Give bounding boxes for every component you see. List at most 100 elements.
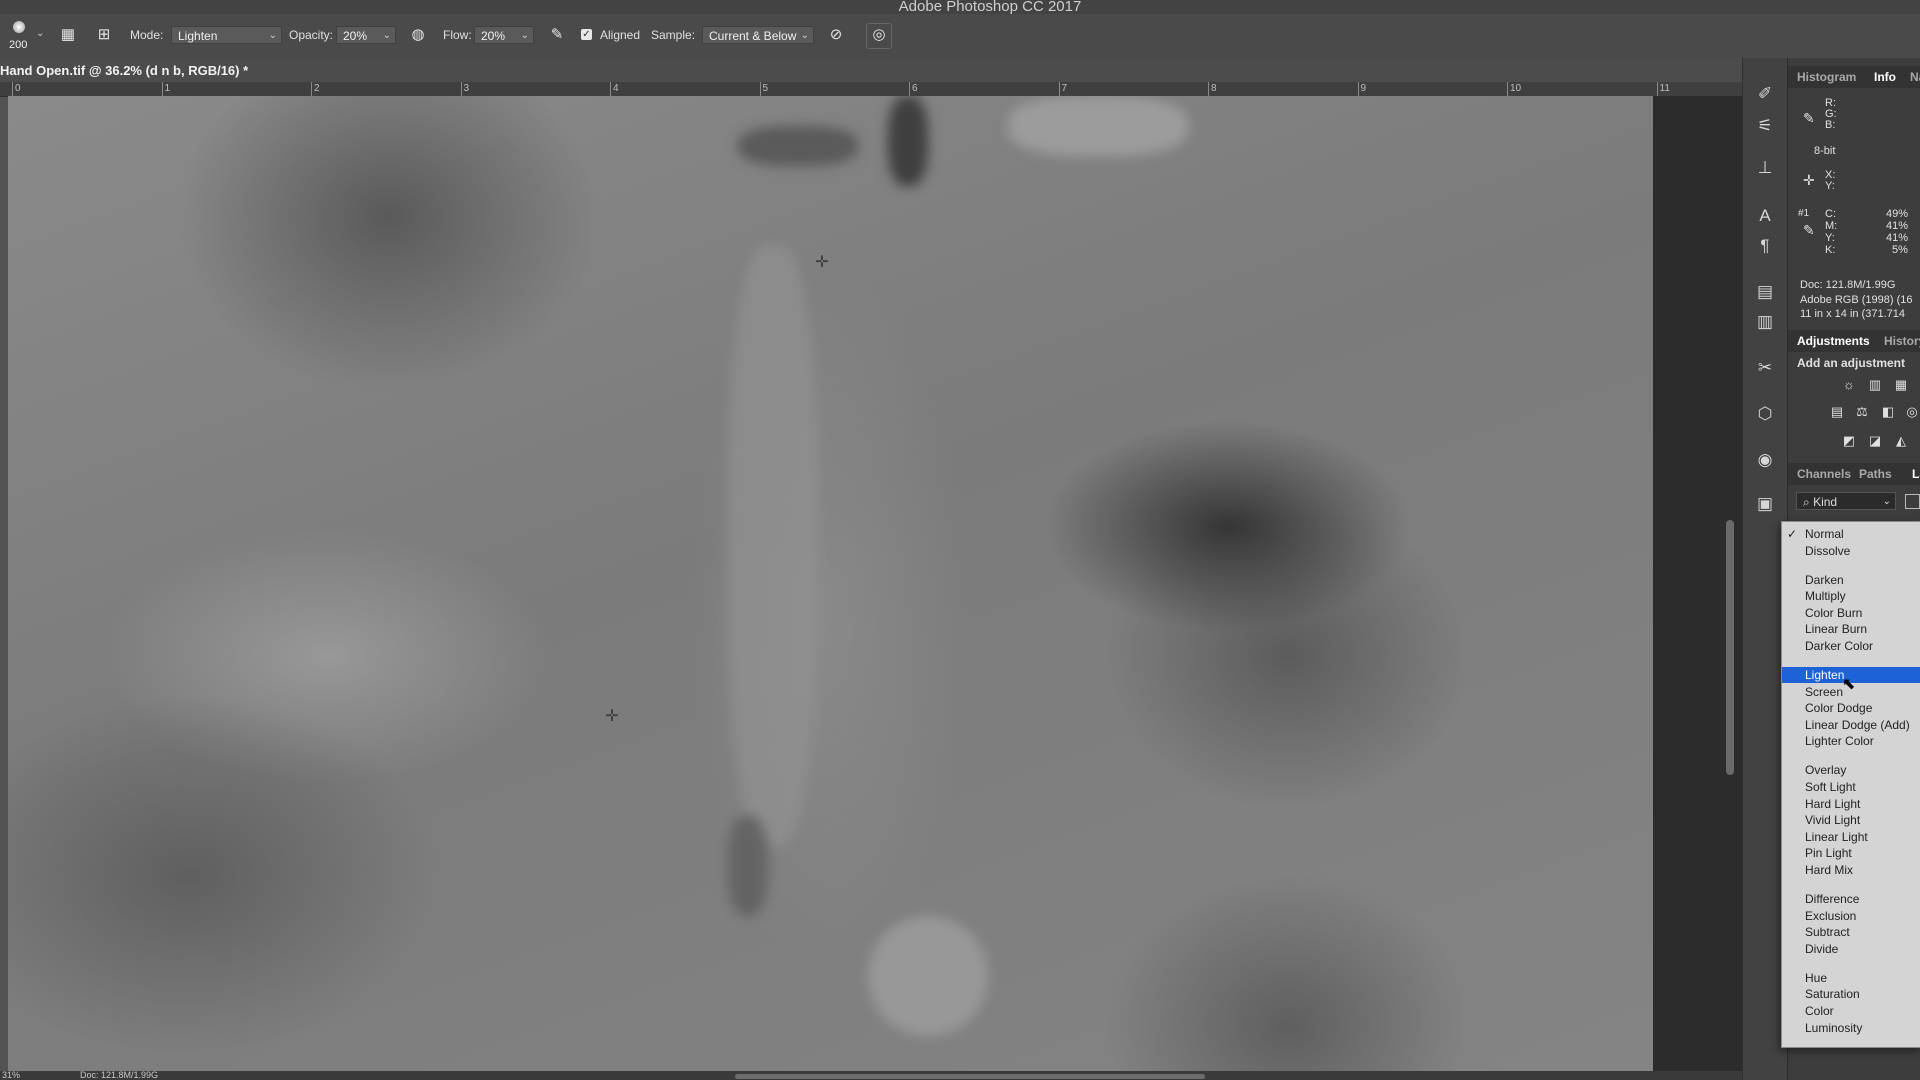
- stamp-icon[interactable]: ⊞: [93, 24, 115, 46]
- brush-presets-icon[interactable]: ⚟: [1753, 114, 1777, 138]
- layer-filter-select[interactable]: ⌕ Kind ⌄: [1796, 492, 1896, 510]
- sample-select[interactable]: Current & Below ⌄: [702, 26, 814, 44]
- cmyk-y-label: Y:: [1825, 232, 1835, 244]
- black-white-icon[interactable]: ◧: [1879, 404, 1897, 420]
- color-balance-icon[interactable]: ⚖: [1853, 404, 1871, 420]
- tab-channels[interactable]: Channels: [1797, 467, 1851, 481]
- image-filter-icon[interactable]: [1905, 494, 1920, 509]
- blend-mode-item-normal[interactable]: ✓ Normal: [1782, 526, 1920, 542]
- blend-mode-label: Divide: [1805, 941, 1839, 956]
- layer-comps-icon[interactable]: ▤: [1753, 280, 1777, 304]
- zoom-level[interactable]: 31%: [2, 1070, 20, 1080]
- vertical-scrollbar-thumb[interactable]: [1726, 520, 1734, 775]
- blend-mode-item-pin-light[interactable]: Pin Light: [1782, 845, 1920, 861]
- cmyk-m-value: 41%: [1886, 220, 1909, 232]
- pressure-opacity-icon[interactable]: ◍: [407, 24, 429, 46]
- tab-history[interactable]: History: [1884, 334, 1920, 348]
- curves-icon[interactable]: ▦: [1892, 377, 1910, 393]
- blend-mode-item-darken[interactable]: Darken: [1782, 572, 1920, 588]
- blend-mode-item-darker-color[interactable]: Darker Color: [1782, 638, 1920, 654]
- image-canvas[interactable]: ✛ ✛: [8, 96, 1653, 1071]
- blend-mode-label: Linear Light: [1805, 829, 1868, 844]
- blend-mode-menu[interactable]: ✓ Normal Dissolve Darken Multiply Color Burn L…: [1781, 521, 1920, 1048]
- chevron-down-icon: ⌄: [268, 30, 277, 41]
- tab-paths[interactable]: Paths: [1859, 467, 1892, 481]
- airbrush-icon[interactable]: ✎: [546, 24, 568, 46]
- search-icon: ⌕: [1803, 495, 1810, 509]
- blend-mode-item-dissolve[interactable]: Dissolve: [1782, 543, 1920, 559]
- blend-mode-item-overlay[interactable]: Overlay: [1782, 762, 1920, 778]
- blend-mode-label: Luminosity: [1805, 1020, 1863, 1035]
- horizontal-scrollbar-thumb[interactable]: [735, 1074, 1205, 1079]
- blend-mode-label: Screen: [1805, 684, 1844, 699]
- mode-select[interactable]: Lighten ⌄: [171, 26, 282, 44]
- blend-mode-item-multiply[interactable]: Multiply: [1782, 588, 1920, 604]
- character-icon[interactable]: A: [1753, 204, 1777, 228]
- options-bar: 200 ⌄ ▦ ⊞ Mode: Lighten ⌄ Opacity: 20% ⌄…: [0, 14, 1920, 59]
- tab-adjustments[interactable]: Adjustments: [1797, 334, 1870, 348]
- levels-icon[interactable]: ▥: [1866, 377, 1884, 393]
- blend-mode-item-luminosity[interactable]: Luminosity: [1782, 1020, 1920, 1036]
- chevron-down-icon[interactable]: ⌄: [36, 28, 44, 39]
- blend-mode-item-hard-light[interactable]: Hard Light: [1782, 796, 1920, 812]
- blend-mode-item-linear-burn[interactable]: Linear Burn: [1782, 621, 1920, 637]
- blend-mode-item-subtract[interactable]: Subtract: [1782, 924, 1920, 940]
- tab-info[interactable]: Info: [1874, 70, 1896, 84]
- cmyk-m-label: M:: [1825, 220, 1838, 232]
- blend-mode-item-color-burn[interactable]: Color Burn: [1782, 605, 1920, 621]
- blend-mode-label: Hard Mix: [1805, 863, 1854, 877]
- blend-mode-item-hard-mix[interactable]: Hard Mix: [1782, 862, 1920, 878]
- ignore-adjustment-layers-icon[interactable]: ⊘: [825, 24, 847, 46]
- add-adjustment-label: Add an adjustment: [1797, 356, 1906, 370]
- blend-mode-label: Pin Light: [1805, 846, 1852, 861]
- posterize-icon[interactable]: ◪: [1866, 433, 1884, 449]
- paragraph-icon[interactable]: ¶: [1753, 234, 1777, 258]
- blend-mode-item-color-dodge[interactable]: Color Dodge: [1782, 700, 1920, 716]
- document-tab[interactable]: Hand Open.tif @ 36.2% (d n b, RGB/16) *: [0, 58, 1742, 83]
- tab-navigator[interactable]: Na: [1910, 70, 1920, 84]
- blend-mode-item-hue[interactable]: Hue: [1782, 970, 1920, 986]
- blend-mode-item-soft-light[interactable]: Soft Light: [1782, 779, 1920, 795]
- mode-label: Mode:: [130, 28, 164, 42]
- tab-histogram[interactable]: Histogram: [1797, 70, 1856, 84]
- blend-mode-item-vivid-light[interactable]: Vivid Light: [1782, 812, 1920, 828]
- pressure-size-icon[interactable]: ◎: [866, 23, 892, 49]
- clone-source-panel-icon[interactable]: ⊥: [1753, 156, 1777, 180]
- 3d-icon[interactable]: ⬡: [1753, 402, 1777, 426]
- gradient-map-icon[interactable]: ◭: [1892, 433, 1910, 449]
- blend-mode-item-difference[interactable]: Difference: [1782, 891, 1920, 907]
- blend-mode-item-lighter-color[interactable]: Lighter Color: [1782, 733, 1920, 749]
- libraries-icon[interactable]: ▣: [1753, 492, 1777, 516]
- flow-input[interactable]: 20% ⌄: [474, 26, 534, 44]
- blend-mode-label: Vivid Light: [1805, 813, 1861, 828]
- chevron-down-icon: ⌄: [1882, 496, 1891, 507]
- blend-mode-item-linear-dodge-add[interactable]: Linear Dodge (Add): [1782, 717, 1920, 733]
- blend-mode-label: Soft Light: [1805, 780, 1856, 794]
- search-icon[interactable]: ◉: [1753, 448, 1777, 472]
- notes-icon[interactable]: ▥: [1753, 310, 1777, 334]
- blend-mode-label: Multiply: [1805, 589, 1846, 604]
- tools-icon[interactable]: ✂: [1753, 356, 1777, 380]
- rgb-labels: R: G: B:: [1825, 97, 1837, 131]
- hue-saturation-icon[interactable]: ▤: [1828, 404, 1846, 420]
- photo-filter-icon[interactable]: ◎: [1903, 404, 1920, 420]
- brightness-contrast-icon[interactable]: ☼: [1840, 377, 1858, 393]
- info-panel-tabs: Histogram Info Na: [1788, 66, 1920, 88]
- blend-mode-label: Normal: [1805, 527, 1844, 541]
- blend-mode-item-divide[interactable]: Divide: [1782, 941, 1920, 957]
- opacity-input[interactable]: 20% ⌄: [336, 26, 396, 44]
- bit-depth: 8-bit: [1814, 145, 1836, 157]
- brush-settings-icon[interactable]: ✐: [1753, 82, 1777, 106]
- aligned-checkbox[interactable]: ✓: [581, 29, 592, 40]
- doc-size[interactable]: Doc: 121.8M/1.99G: [80, 1070, 158, 1080]
- tab-layers[interactable]: La: [1912, 467, 1920, 481]
- blend-mode-item-exclusion[interactable]: Exclusion: [1782, 908, 1920, 924]
- blend-mode-label: Color Dodge: [1805, 701, 1873, 716]
- blend-mode-item-saturation[interactable]: Saturation: [1782, 986, 1920, 1002]
- layer-filter-value: Kind: [1813, 495, 1838, 509]
- invert-icon[interactable]: ◩: [1840, 433, 1858, 449]
- brush-preset-picker[interactable]: 200: [6, 19, 32, 53]
- blend-mode-item-linear-light[interactable]: Linear Light: [1782, 829, 1920, 845]
- blend-mode-item-color[interactable]: Color: [1782, 1003, 1920, 1019]
- clone-source-icon[interactable]: ▦: [57, 24, 79, 46]
